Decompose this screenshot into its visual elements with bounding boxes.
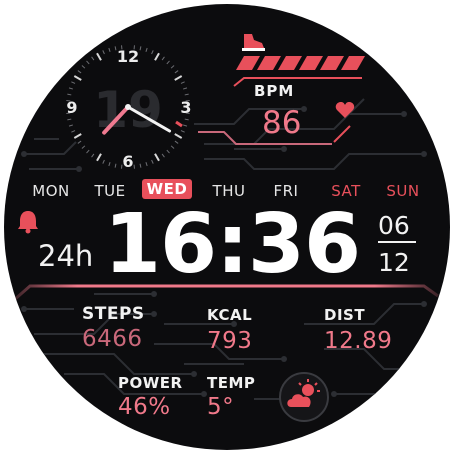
weather-graphic: [279, 372, 329, 422]
watch-face: 19 12 3 6 9 BPM 86 MON TUE WED THU FRI S…: [4, 4, 450, 450]
